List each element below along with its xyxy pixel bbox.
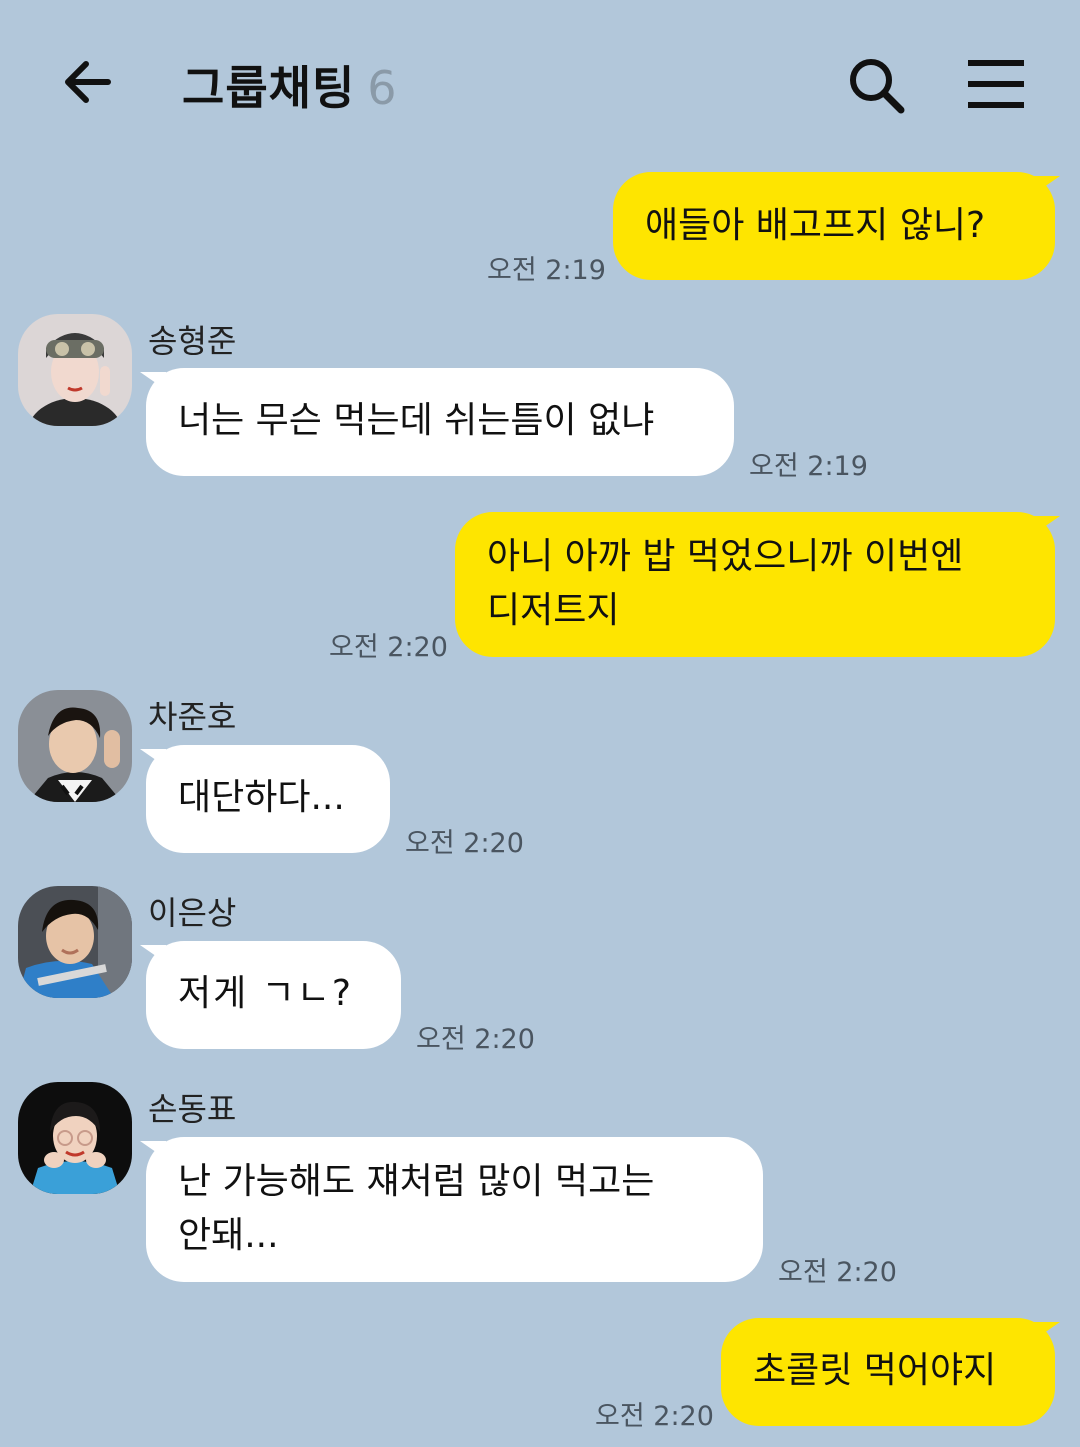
message-timestamp: 오전 2:20 <box>329 632 448 663</box>
my-message-bubble[interactable]: 애들아 배고프지 않니? <box>613 172 1055 280</box>
sender-name: 이은상 <box>148 894 237 932</box>
bubble-tail <box>1034 1322 1060 1340</box>
sender-name: 차준호 <box>148 698 237 736</box>
message-timestamp: 오전 2:20 <box>405 828 524 859</box>
bubble-tail <box>1034 516 1060 534</box>
member-count: 6 <box>367 61 398 115</box>
message-timestamp: 오전 2:19 <box>749 451 868 482</box>
bubble-tail <box>140 749 166 767</box>
sender-name: 송형준 <box>148 322 237 360</box>
my-message-bubble[interactable]: 아니 아까 밥 먹었으니까 이번엔 디저트지 <box>455 512 1055 657</box>
message-timestamp: 오전 2:20 <box>595 1401 714 1432</box>
bubble-tail <box>140 1141 166 1159</box>
avatar[interactable] <box>18 1082 132 1194</box>
search-icon[interactable] <box>846 56 906 116</box>
message-timestamp: 오전 2:20 <box>416 1024 535 1055</box>
bubble-tail <box>1034 176 1060 194</box>
bubble-tail <box>140 372 166 390</box>
received-message-bubble[interactable]: 저게 ㄱㄴ? <box>146 941 401 1049</box>
back-arrow-icon[interactable] <box>58 52 118 112</box>
message-timestamp: 오전 2:19 <box>487 255 606 286</box>
message-timestamp: 오전 2:20 <box>778 1257 897 1288</box>
received-message-bubble[interactable]: 너는 무슨 먹는데 쉬는틈이 없냐 <box>146 368 734 476</box>
sender-name: 손동표 <box>148 1090 237 1128</box>
avatar[interactable] <box>18 314 132 426</box>
menu-icon[interactable] <box>968 58 1026 110</box>
my-message-bubble[interactable]: 초콜릿 먹어야지 <box>721 1318 1055 1426</box>
chat-header: 그룹채팅 6 <box>0 0 1080 170</box>
chat-title: 그룹채팅 6 <box>182 52 398 118</box>
received-message-bubble[interactable]: 난 가능해도 쟤처럼 많이 먹고는 안돼... <box>146 1137 763 1282</box>
avatar[interactable] <box>18 886 132 998</box>
bubble-tail <box>140 945 166 963</box>
chat-title-text: 그룹채팅 <box>182 61 356 115</box>
received-message-bubble[interactable]: 대단하다... <box>146 745 390 853</box>
avatar[interactable] <box>18 690 132 802</box>
